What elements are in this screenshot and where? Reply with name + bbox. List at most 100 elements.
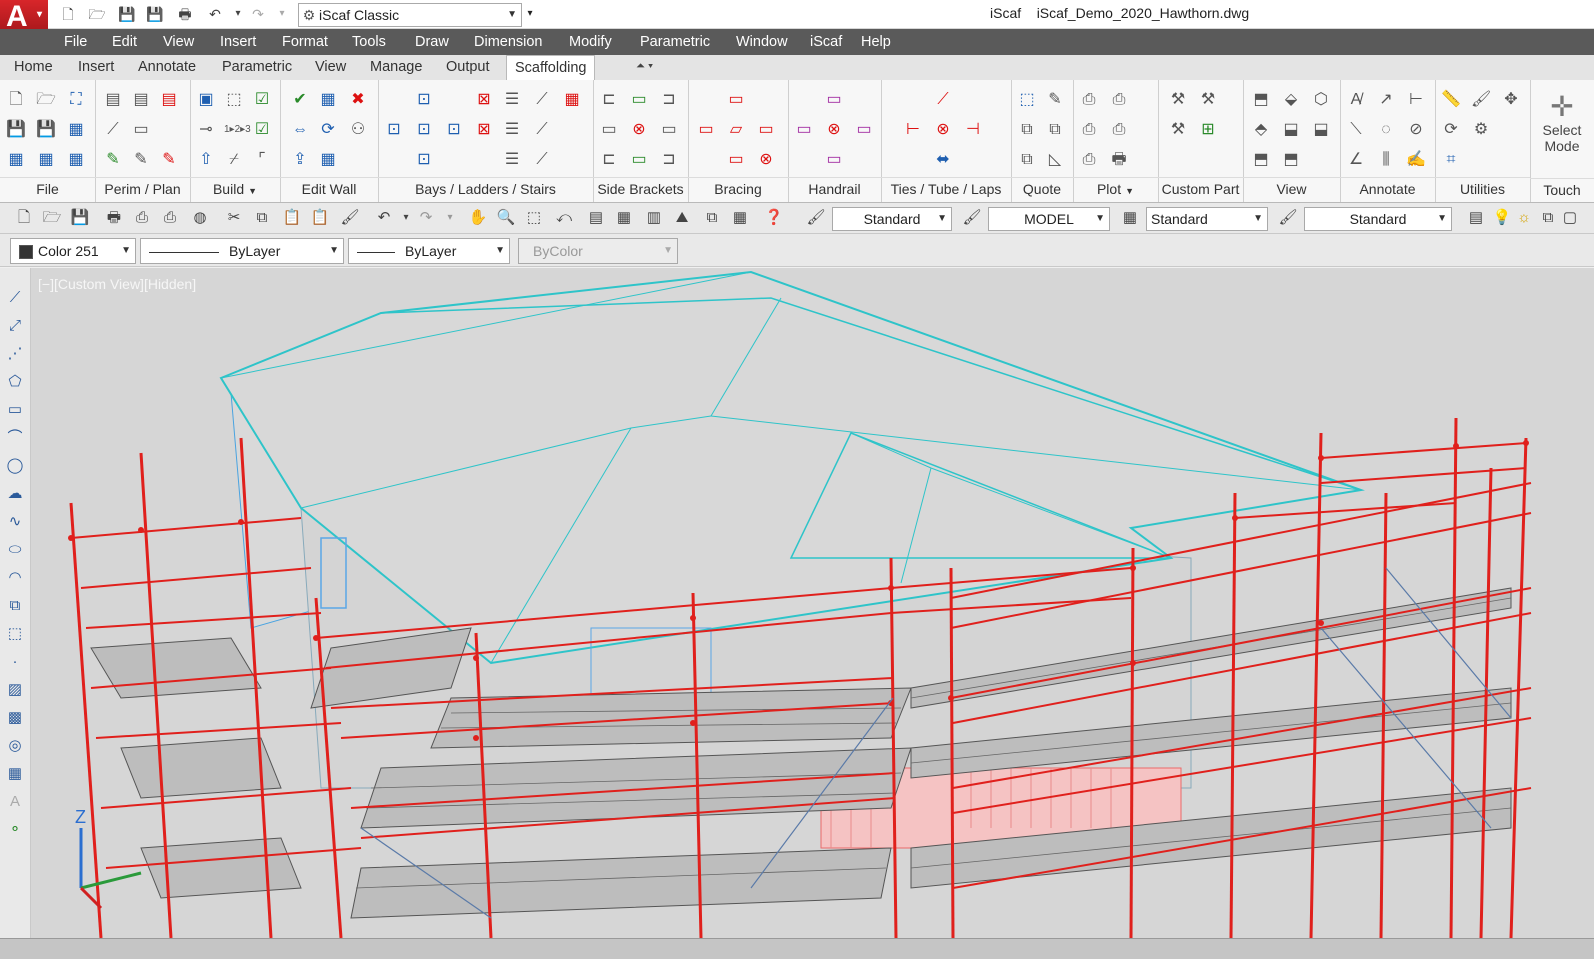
handrail-icon[interactable]: ▭ [824,150,844,170]
ordinate-icon[interactable]: ⫼ [1376,150,1396,170]
new-icon[interactable]: 🗋 [14,208,34,228]
rectangle-icon[interactable]: ▭ [5,400,25,420]
delete-circle-icon[interactable]: ⊗ [756,150,776,170]
view-cube-icon[interactable]: ⬒ [1251,150,1271,170]
bay-delete-icon[interactable]: ⊠ [474,90,494,110]
edit-quote-icon[interactable]: ✎ [1045,90,1065,110]
3d-dwf-icon[interactable]: ◍ [190,208,210,228]
bracket-icon[interactable]: ⊏ [599,150,619,170]
tab-output[interactable]: Output [446,55,490,80]
publish-icon[interactable]: ⎙ [1109,90,1129,110]
text-style-dropdown[interactable]: Standard ▼ [832,207,952,231]
menu-modify[interactable]: Modify [569,29,612,55]
grid-icon[interactable]: ▦ [36,150,56,170]
minimize-ribbon-icon[interactable]: ⏶ ▾ [636,60,653,73]
measure-icon[interactable]: 📏 [1441,90,1461,110]
help-icon[interactable]: ❓ [764,208,784,228]
dim-style-dropdown[interactable]: Standard ▼ [1146,207,1268,231]
chart-icon[interactable]: ◺ [1045,150,1065,170]
delete-grid-icon[interactable]: ✖ [348,90,368,110]
sheet-set-icon[interactable]: ⛶ [66,90,86,110]
grid-icon[interactable]: ▦ [66,150,86,170]
settings-icon[interactable]: ⚙ [1471,120,1491,140]
undo-icon[interactable]: ↶ [205,4,225,24]
check-icon[interactable]: ☑ [252,120,272,140]
add-custom-part-icon[interactable]: ⊞ [1198,120,1218,140]
match-properties-icon[interactable]: 🖌 [1471,90,1491,110]
view-cube-icon[interactable]: ⬘ [1251,120,1271,140]
ellipse-arc-icon[interactable]: ◠ [5,568,25,588]
menu-parametric[interactable]: Parametric [640,29,710,55]
plot-preview-icon[interactable]: ⎙ [1079,120,1099,140]
undo-dropdown-icon[interactable]: ▾ [228,4,248,24]
menu-draw[interactable]: Draw [415,29,449,55]
revision-cloud-icon[interactable]: ☁ [5,484,25,504]
handrail-icon[interactable]: ▭ [794,120,814,140]
brace-diagonal-icon[interactable]: ▱ [726,120,746,140]
bay-delete-icon[interactable]: ⊠ [474,120,494,140]
check-grid-icon[interactable]: ✔ [290,90,310,110]
bracket-icon[interactable]: ⊐ [659,150,679,170]
menu-insert[interactable]: Insert [220,29,256,55]
expand-icon[interactable]: ⇔ [290,120,310,140]
bay-left-icon[interactable]: ⊡ [384,120,404,140]
arrow-up-box-icon[interactable]: ⇧ [196,150,216,170]
grid-icon[interactable]: ▦ [66,120,86,140]
plot-icon[interactable]: ⎙ [1079,90,1099,110]
layer-color-icon[interactable]: ▢ [1560,208,1580,228]
layer-properties-icon[interactable]: ▤ [1466,208,1486,228]
menu-iscaf[interactable]: iScaf [810,29,842,55]
new-drawing-icon[interactable]: 🗋 [6,90,26,110]
view-cube-icon[interactable]: ⬒ [1251,90,1271,110]
tab-view[interactable]: View [315,55,346,80]
match-properties-icon[interactable]: 🖌 [340,208,360,228]
people-icon[interactable]: ⚇ [348,120,368,140]
panel-title[interactable]: Plot ▼ [1073,177,1158,200]
panel-title[interactable]: Build ▼ [190,177,280,200]
erase-icon[interactable]: ✎ [159,150,179,170]
rotate-grid-icon[interactable]: ⟳ [318,120,338,140]
tie-icon[interactable]: ⊣ [963,120,983,140]
stair-icon[interactable]: ⟋ [532,90,552,110]
markup-icon[interactable]: ⧉ [702,208,722,228]
erase-icon[interactable]: ✎ [103,150,123,170]
move-icon[interactable]: ✥ [1501,90,1521,110]
lineweight-dropdown[interactable]: ByLayer ▼ [348,238,510,264]
table-icon[interactable]: ▦ [5,764,25,784]
tool-palettes-icon[interactable]: ▥ [644,208,664,228]
document-icon[interactable]: ▤ [103,90,123,110]
calculator-icon[interactable]: ▦ [730,208,750,228]
zoom-previous-icon[interactable]: ⤺ [554,208,574,228]
sheet-set-icon[interactable]: ⛰ [672,208,692,228]
undo-icon[interactable]: ↶ [374,208,394,228]
menu-dimension[interactable]: Dimension [474,29,543,55]
bracket-icon[interactable]: ▭ [659,120,679,140]
grid-icon[interactable]: ▦ [318,90,338,110]
arc-icon[interactable]: ⌒ [5,428,25,448]
custom-part-icon[interactable]: ⚒ [1198,90,1218,110]
erase-icon[interactable]: ✎ [131,150,151,170]
add-selected-icon[interactable]: ⚬ [5,820,25,840]
redo-dropdown-icon[interactable]: ▾ [440,208,460,228]
tab-manage[interactable]: Manage [370,55,422,80]
aligned-dimension-icon[interactable]: ⟍ [1346,120,1366,140]
select-quote-icon[interactable]: ⬚ [1017,90,1037,110]
view-cube-icon[interactable]: ⬓ [1311,120,1331,140]
tab-parametric[interactable]: Parametric [222,55,292,80]
menu-view[interactable]: View [163,29,194,55]
brace-icon[interactable]: ▭ [726,150,746,170]
plot-icon[interactable]: 🖶 [104,208,124,228]
bay-up-icon[interactable]: ⊡ [414,90,434,110]
cut-icon[interactable]: ✂ [224,208,244,228]
save-as-drawing-icon[interactable]: 💾 [36,120,56,140]
dimension-icon[interactable]: ⊢ [1406,90,1426,110]
bay-down-icon[interactable]: ⊡ [414,150,434,170]
customize-quick-access-icon[interactable]: ▾ [522,4,538,24]
view-cube-icon[interactable]: ⬡ [1311,90,1331,110]
stair-icon[interactable]: ⟋ [532,120,552,140]
hatch-icon[interactable]: ▨ [5,680,25,700]
batch-plot-icon[interactable]: ⎙ [1079,150,1099,170]
zoom-realtime-icon[interactable]: 🔍 [496,208,516,228]
line-icon[interactable]: ⟋ [103,120,123,140]
color-dropdown[interactable]: Color 251 ▼ [10,238,136,264]
